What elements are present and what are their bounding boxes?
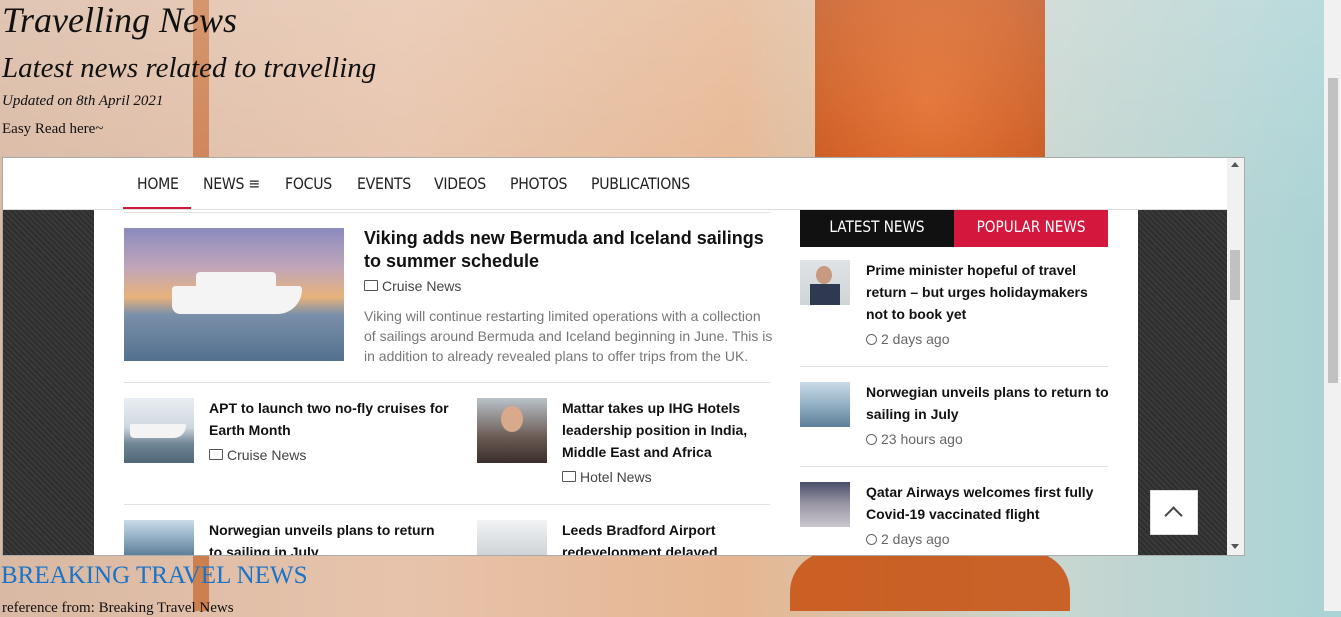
article-category[interactable]: Cruise News [209, 447, 306, 463]
sidebar-time-label: 23 hours ago [881, 431, 963, 447]
site-title: Travelling News [2, 0, 238, 40]
nav-home[interactable]: HOME [137, 174, 179, 193]
sidebar-image[interactable] [800, 482, 850, 527]
ship-deck-shape [196, 272, 276, 290]
divider [124, 504, 770, 505]
frame-scrollbar[interactable] [1227, 158, 1244, 555]
divider [800, 466, 1108, 467]
easy-read-label: Easy Read here~ [2, 121, 104, 137]
article-image[interactable] [124, 520, 194, 555]
scroll-down-icon[interactable] [1231, 544, 1239, 549]
site-subtitle: Latest news related to travelling [2, 52, 377, 84]
folder-icon [364, 280, 378, 291]
featured-excerpt: Viking will continue restarting limited … [364, 308, 773, 364]
ship-shape [172, 286, 302, 314]
featured-headline[interactable]: Viking adds new Bermuda and Iceland sail… [364, 227, 774, 273]
tab-popular-label: POPULAR NEWS [976, 217, 1086, 236]
tab-latest-news[interactable]: LATEST NEWS [800, 210, 954, 247]
article-headline[interactable]: Norwegian unveils plans to return to sai… [209, 519, 449, 555]
featured-category[interactable]: Cruise News [364, 278, 461, 294]
sidebar-headline[interactable]: Norwegian unveils plans to return to sai… [866, 381, 1111, 425]
article-image[interactable] [477, 520, 547, 555]
article-category-label: Cruise News [227, 447, 307, 463]
tab-popular-news[interactable]: POPULAR NEWS [954, 210, 1108, 247]
article-headline[interactable]: Leeds Bradford Airport redevelopment del… [562, 519, 762, 555]
folder-icon [562, 471, 576, 482]
sidebar-time-label: 2 days ago [881, 331, 950, 347]
back-to-top-button[interactable] [1150, 490, 1198, 535]
portrait-face [501, 406, 523, 432]
reference-text: reference from: Breaking Travel News [2, 600, 234, 616]
nav-focus[interactable]: FOCUS [285, 174, 332, 193]
portrait-face [816, 266, 832, 284]
sidebar-image[interactable] [800, 382, 850, 427]
clock-icon [866, 434, 877, 445]
article-category-label: Hotel News [580, 469, 652, 485]
article-image[interactable] [477, 398, 547, 463]
sidebar-time-label: 2 days ago [881, 531, 950, 547]
nav-publications[interactable]: PUBLICATIONS [591, 174, 690, 193]
folder-icon [209, 449, 223, 460]
updated-date: Updated on 8th April 2021 [2, 93, 164, 109]
breaking-travel-news-link[interactable]: BREAKING TRAVEL NEWS [1, 562, 307, 590]
article-headline[interactable]: APT to launch two no-fly cruises for Ear… [209, 397, 449, 441]
featured-category-label: Cruise News [382, 278, 462, 294]
sidebar-headline[interactable]: Prime minister hopeful of travel return … [866, 259, 1111, 325]
nav-photos[interactable]: PHOTOS [510, 174, 567, 193]
sidebar-time: 2 days ago [866, 531, 950, 547]
frame-background: HOME NEWS ≡ FOCUS EVENTS VIDEOS PHOTOS P… [3, 158, 1227, 555]
sidebar-headline[interactable]: Qatar Airways welcomes first fully Covid… [866, 481, 1111, 525]
featured-ship-image[interactable] [124, 228, 344, 361]
clock-icon [866, 534, 877, 545]
portrait-suit [810, 284, 840, 305]
news-content: Viking adds new Bermuda and Iceland sail… [94, 210, 1198, 555]
divider [124, 212, 770, 213]
tab-latest-label: LATEST NEWS [829, 217, 925, 236]
divider [800, 366, 1108, 367]
nav-events[interactable]: EVENTS [357, 174, 411, 193]
scroll-up-icon[interactable] [1231, 162, 1239, 167]
article-image[interactable] [124, 398, 194, 463]
ship-shape [130, 424, 186, 438]
nav-news[interactable]: NEWS ≡ [203, 174, 260, 193]
article-category[interactable]: Hotel News [562, 469, 652, 485]
clock-icon [866, 334, 877, 345]
sidebar-time: 2 days ago [866, 331, 950, 347]
frame-scroll-thumb[interactable] [1230, 250, 1240, 300]
article-headline[interactable]: Mattar takes up IHG Hotels leadership po… [562, 397, 762, 463]
nav-active-indicator [123, 207, 191, 209]
nav-videos[interactable]: VIDEOS [434, 174, 486, 193]
divider [124, 382, 770, 383]
sidebar-time: 23 hours ago [866, 431, 963, 447]
page-scroll-thumb[interactable] [1328, 78, 1338, 383]
embedded-news-frame[interactable]: HOME NEWS ≡ FOCUS EVENTS VIDEOS PHOTOS P… [2, 157, 1245, 556]
main-navbar: HOME NEWS ≡ FOCUS EVENTS VIDEOS PHOTOS P… [3, 158, 1227, 210]
sidebar-image[interactable] [800, 260, 850, 305]
